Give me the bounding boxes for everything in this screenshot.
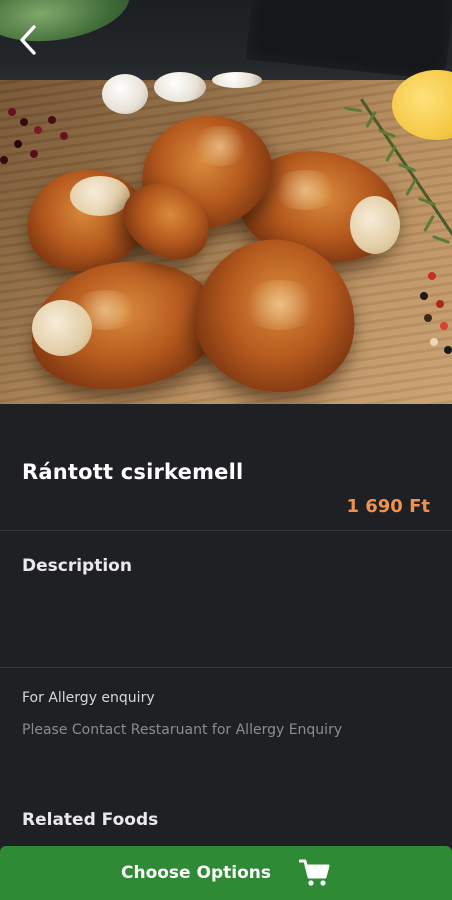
garlic-clove (154, 72, 206, 102)
peppercorn (30, 150, 38, 158)
description-heading: Description (22, 556, 132, 576)
peppercorn (48, 116, 56, 124)
drumstick-bone (350, 196, 400, 254)
peppercorn (430, 338, 438, 346)
allergy-label: For Allergy enquiry (22, 690, 155, 706)
choose-options-button[interactable]: Choose Options (0, 846, 452, 900)
glaze-highlight (190, 126, 250, 166)
peppercorn (60, 132, 68, 140)
peppercorn (14, 140, 22, 148)
peppercorn (436, 300, 444, 308)
section-divider (0, 530, 452, 531)
peppercorn (8, 108, 16, 116)
peppercorn (424, 314, 432, 322)
garlic-clove (212, 72, 262, 88)
back-button[interactable] (10, 20, 46, 60)
chevron-left-icon (20, 25, 36, 55)
food-detail-screen: Rántott csirkemell 1 690 Ft Description … (0, 0, 452, 900)
glaze-highlight (70, 290, 140, 330)
glaze-highlight (270, 170, 340, 210)
peppercorn (428, 272, 436, 280)
related-foods-heading: Related Foods (22, 810, 159, 830)
peppercorn (20, 118, 28, 126)
garlic-clove (102, 74, 148, 114)
section-divider (0, 667, 452, 668)
food-name: Rántott csirkemell (22, 460, 244, 484)
peppercorn (34, 126, 42, 134)
cart-icon (298, 859, 330, 886)
allergy-text: Please Contact Restaruant for Allergy En… (22, 722, 343, 738)
peppercorn (420, 292, 428, 300)
peppercorn (444, 346, 452, 354)
choose-options-label: Choose Options (121, 863, 271, 883)
peppercorn (440, 322, 448, 330)
food-hero-image (0, 0, 452, 404)
glaze-highlight (240, 280, 320, 330)
drumstick-bone (70, 176, 130, 216)
food-details: Rántott csirkemell 1 690 Ft Description … (0, 404, 452, 846)
food-price: 1 690 Ft (346, 496, 430, 517)
peppercorn (0, 156, 8, 164)
